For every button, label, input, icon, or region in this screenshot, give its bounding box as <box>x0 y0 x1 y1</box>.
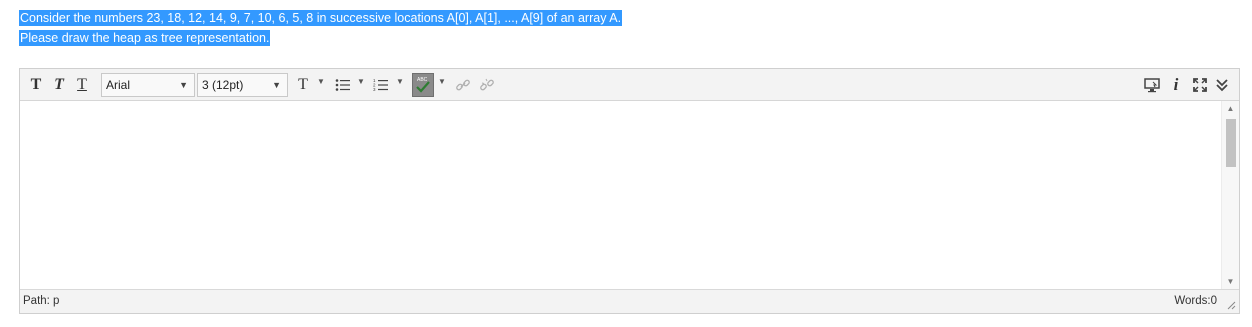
numbered-list-icon: 1 2 3 <box>373 78 388 92</box>
chevron-down-icon[interactable]: ▼ <box>357 77 365 86</box>
editor-scrollbar[interactable]: ▲ ▼ <box>1221 101 1239 289</box>
font-size-value: 3 (12pt) <box>202 78 244 92</box>
chevron-down-icon[interactable]: ▼ <box>438 77 446 86</box>
text-color-icon[interactable]: T <box>292 74 314 96</box>
font-family-value: Arial <box>106 78 131 92</box>
question-line-1: Consider the numbers 23, 18, 12, 14, 9, … <box>19 10 623 26</box>
fullscreen-icon[interactable] <box>1189 74 1211 96</box>
numbered-list-icon[interactable]: 1 2 3 <box>370 74 392 96</box>
element-path: Path: p <box>23 295 60 307</box>
font-size-select[interactable]: 3 (12pt) ▼ <box>197 73 288 97</box>
link-icon[interactable] <box>452 74 474 96</box>
chevron-down-icon: ▼ <box>272 80 281 90</box>
chevron-down-icon[interactable]: ▼ <box>396 77 404 86</box>
spellcheck-icon[interactable]: ABC <box>412 73 434 97</box>
collapse-icon <box>1216 79 1228 92</box>
bullet-list-icon <box>335 79 350 91</box>
info-icon[interactable]: i <box>1165 74 1187 96</box>
text-underline-icon[interactable]: T <box>71 74 93 96</box>
unlink-icon[interactable] <box>476 74 498 96</box>
spellcheck-icon: ABC <box>416 77 430 93</box>
editor-content-area[interactable] <box>20 101 1239 289</box>
chevron-down-icon: ▼ <box>179 80 188 90</box>
svg-text:3: 3 <box>373 87 376 92</box>
resize-handle-icon[interactable] <box>1226 300 1236 310</box>
question-line-2: Please draw the heap as tree representat… <box>19 30 271 46</box>
text-italic-icon[interactable]: T <box>48 74 70 96</box>
word-count: Words:0 <box>1174 295 1217 307</box>
fullscreen-icon <box>1193 78 1207 92</box>
collapse-icon[interactable] <box>1212 74 1232 96</box>
font-family-select[interactable]: Arial ▼ <box>101 73 195 97</box>
scrollbar-thumb[interactable] <box>1226 119 1236 167</box>
preview-icon <box>1144 77 1160 92</box>
question-text: Consider the numbers 23, 18, 12, 14, 9, … <box>19 8 623 48</box>
svg-text:ABC: ABC <box>417 77 428 83</box>
editor-statusbar: Path: p Words:0 <box>20 289 1239 313</box>
chevron-down-icon[interactable]: ▼ <box>317 77 325 86</box>
preview-icon[interactable] <box>1141 74 1163 96</box>
link-icon <box>456 79 470 91</box>
scroll-down-icon[interactable]: ▼ <box>1222 277 1239 286</box>
text-bold-icon[interactable]: T <box>25 74 47 96</box>
bullet-list-icon[interactable] <box>332 74 354 96</box>
editor-toolbar: T T T Arial ▼ 3 (12pt) ▼ T ▼ ▼ 1 2 3 ▼ A… <box>20 69 1239 101</box>
scroll-up-icon[interactable]: ▲ <box>1222 104 1239 113</box>
rich-text-editor: T T T Arial ▼ 3 (12pt) ▼ T ▼ ▼ 1 2 3 ▼ A… <box>19 68 1240 314</box>
unlink-icon <box>480 78 494 91</box>
